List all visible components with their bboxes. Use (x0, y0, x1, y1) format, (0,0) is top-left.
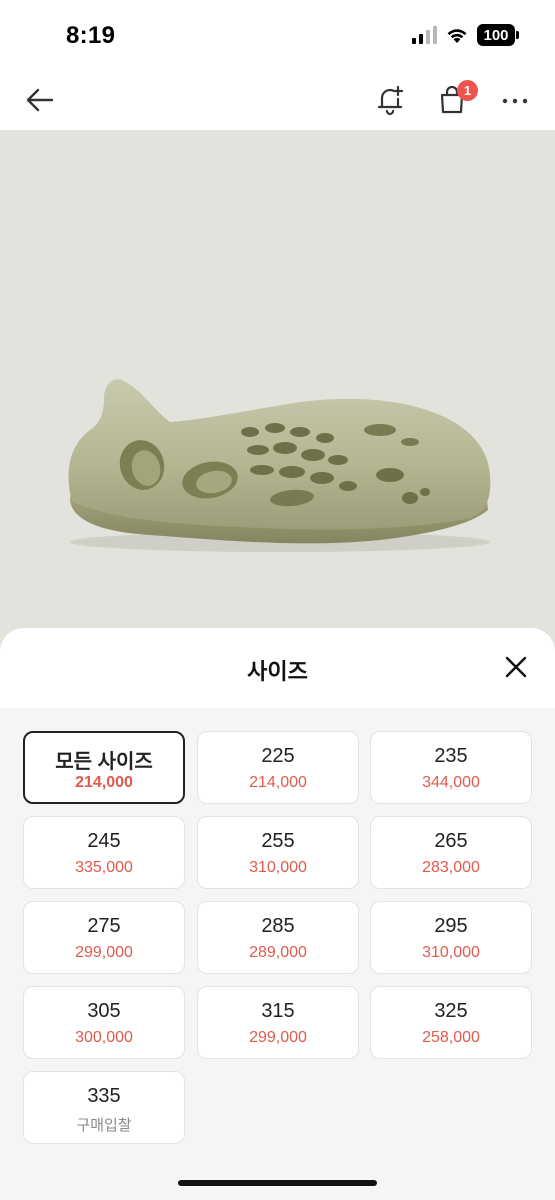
size-option-315[interactable]: 315 299,000 (197, 986, 359, 1059)
status-time: 8:19 (66, 22, 116, 49)
size-price: 299,000 (249, 1029, 307, 1046)
size-option-245[interactable]: 245 335,000 (23, 816, 185, 889)
size-option-275[interactable]: 275 299,000 (23, 901, 185, 974)
size-option-295[interactable]: 295 310,000 (370, 901, 532, 974)
size-price: 214,000 (249, 774, 307, 791)
size-label: 225 (261, 745, 295, 767)
bell-plus-icon (377, 85, 404, 116)
size-label: 255 (261, 830, 295, 852)
size-price: 344,000 (422, 774, 480, 791)
back-button[interactable] (18, 78, 62, 122)
size-option-225[interactable]: 225 214,000 (197, 731, 359, 804)
close-icon (505, 656, 527, 678)
top-nav: 1 (0, 70, 555, 130)
size-label: 335 (87, 1085, 121, 1107)
size-price: 335,000 (75, 859, 133, 876)
size-price: 258,000 (422, 1029, 480, 1046)
size-price: 299,000 (75, 944, 133, 961)
size-label: 265 (434, 830, 468, 852)
size-option-255[interactable]: 255 310,000 (197, 816, 359, 889)
foam-runner-shoe-image (68, 379, 491, 552)
wifi-icon (447, 29, 467, 43)
size-option-265[interactable]: 265 283,000 (370, 816, 532, 889)
status-bar: 8:19 100 (0, 0, 555, 70)
size-label: 모든 사이즈 (55, 751, 153, 773)
battery-icon: 100 (477, 24, 519, 46)
size-option-235[interactable]: 235 344,000 (370, 731, 532, 804)
size-label: 295 (434, 915, 468, 937)
size-option-325[interactable]: 325 258,000 (370, 986, 532, 1059)
size-label: 285 (261, 915, 295, 937)
size-label: 235 (434, 745, 468, 767)
more-horizontal-icon (502, 98, 528, 104)
size-price: 310,000 (249, 859, 307, 876)
home-indicator (178, 1180, 377, 1186)
size-label: 245 (87, 830, 121, 852)
size-bottom-sheet: 사이즈 모든 사이즈 214,000 225 214,000 235 344,0… (0, 628, 555, 1200)
size-label: 315 (261, 1000, 295, 1022)
cart-badge: 1 (457, 80, 478, 101)
size-option-all[interactable]: 모든 사이즈 214,000 (23, 731, 185, 804)
status-icons: 100 (412, 24, 519, 46)
size-label: 325 (434, 1000, 468, 1022)
arrow-left-icon (26, 88, 54, 112)
product-image (0, 130, 555, 650)
sheet-title: 사이즈 (247, 659, 308, 684)
size-price: 283,000 (422, 859, 480, 876)
size-option-285[interactable]: 285 289,000 (197, 901, 359, 974)
notification-button[interactable] (368, 78, 412, 122)
battery-level: 100 (477, 24, 515, 46)
size-price: 310,000 (422, 944, 480, 961)
cart-button[interactable]: 1 (430, 78, 478, 122)
size-price: 300,000 (75, 1029, 133, 1046)
close-button[interactable] (499, 650, 533, 684)
size-label: 305 (87, 1000, 121, 1022)
signal-icon (412, 26, 437, 44)
size-price: 214,000 (75, 774, 133, 791)
sheet-header: 사이즈 (0, 628, 555, 708)
purchase-bid-label: 구매입찰 (76, 1117, 132, 1134)
more-button[interactable] (493, 78, 537, 122)
size-price: 289,000 (249, 944, 307, 961)
size-option-305[interactable]: 305 300,000 (23, 986, 185, 1059)
size-label: 275 (87, 915, 121, 937)
size-option-335[interactable]: 335 구매입찰 (23, 1071, 185, 1144)
